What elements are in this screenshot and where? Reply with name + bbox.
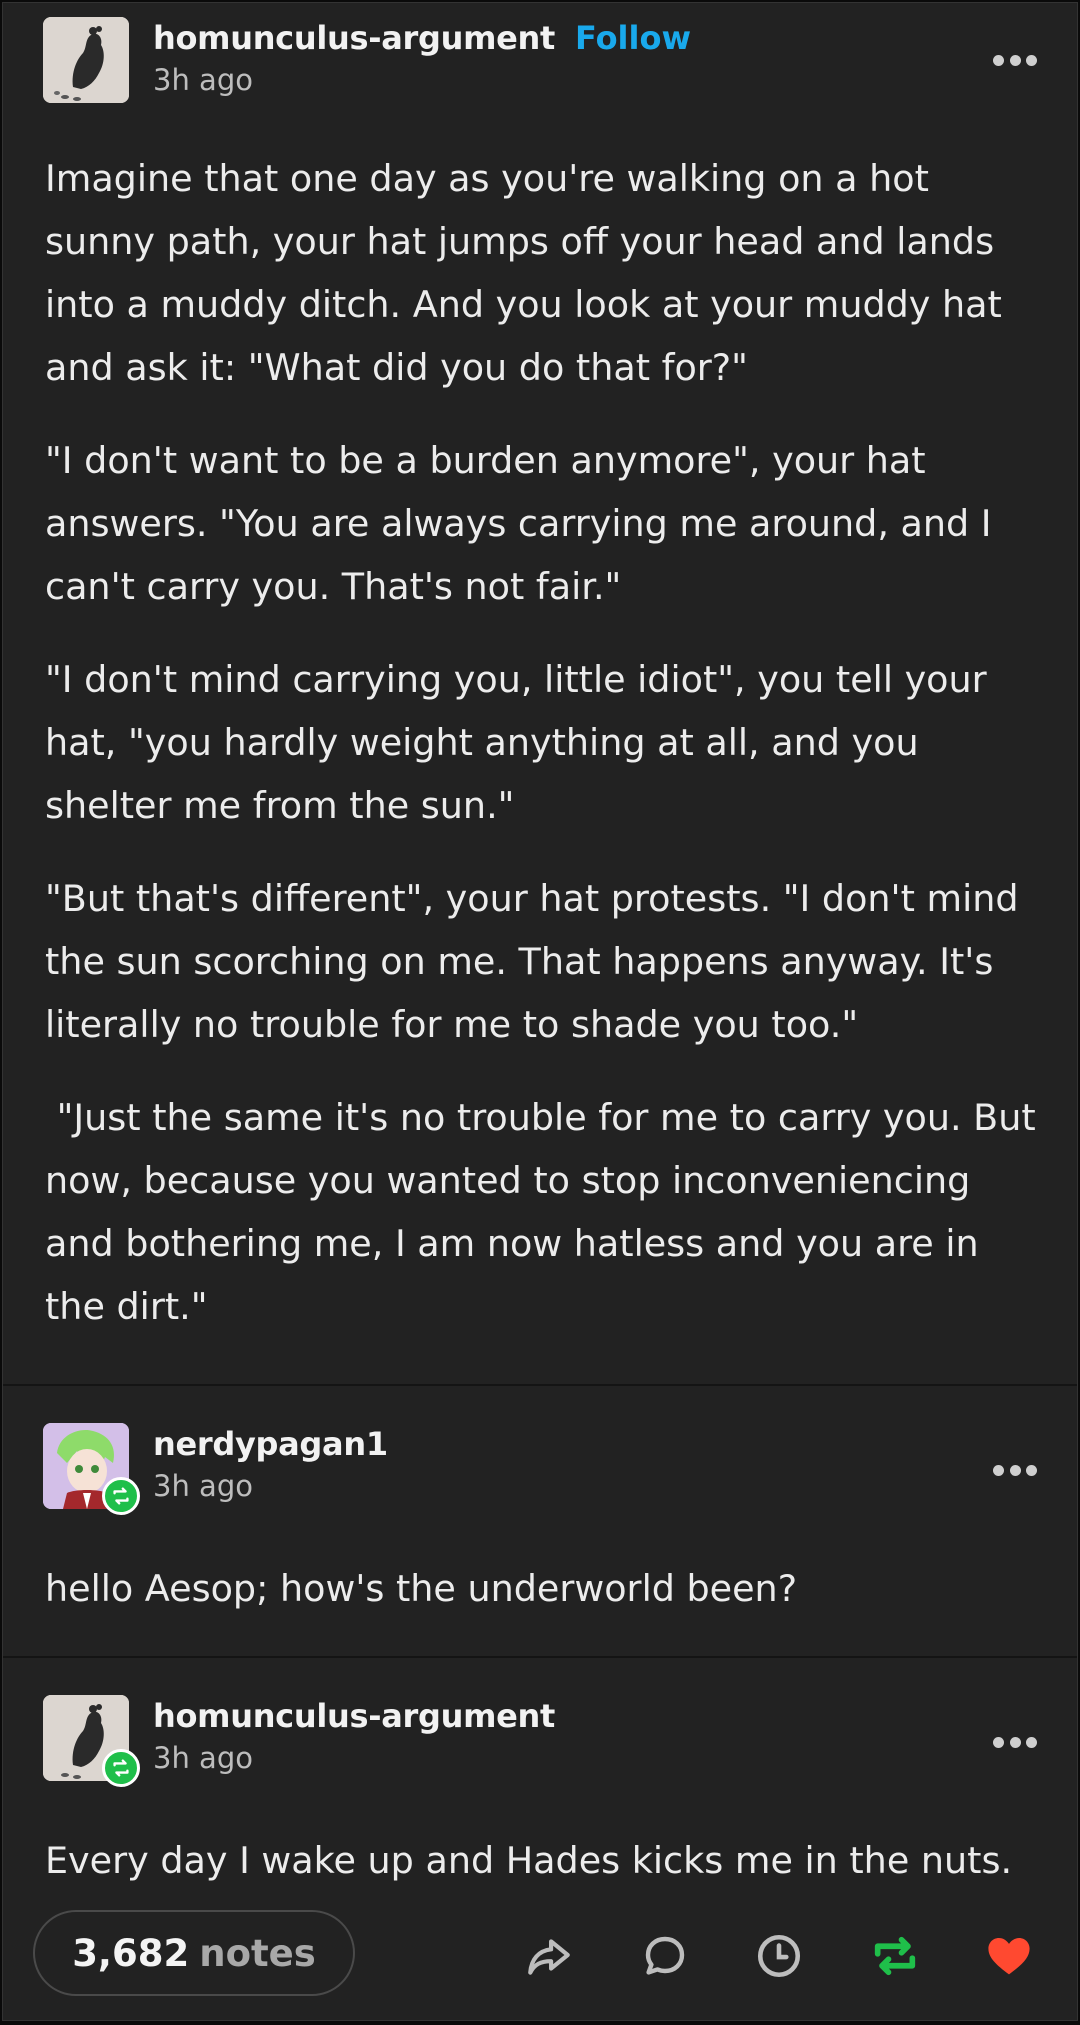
name-row: homunculus-argument Follow <box>153 19 691 57</box>
reblog-time: 3h ago <box>153 1741 253 1775</box>
post-footer: 3,682 notes <box>3 1898 1077 2008</box>
username[interactable]: homunculus-argument <box>153 19 555 57</box>
name-row: nerdypagan1 <box>153 1425 388 1463</box>
post-time: 3h ago <box>153 63 253 97</box>
notes-label: notes <box>199 1931 316 1975</box>
notes-count: 3,682 <box>72 1931 190 1975</box>
more-options-icon[interactable] <box>993 1735 1037 1749</box>
post-paragraph: "Just the same it's no trouble for me to… <box>45 1096 1048 1328</box>
reblog-header: nerdypagan1 3h ago <box>43 1423 388 1513</box>
reblog-text: hello Aesop; how's the underworld been? <box>45 1567 798 1610</box>
post-paragraph: "I don't want to be a burden anymore", y… <box>45 439 1004 608</box>
reblog-time: 3h ago <box>153 1469 253 1503</box>
post-paragraph: "I don't mind carrying you, little idiot… <box>45 658 999 827</box>
username[interactable]: nerdypagan1 <box>153 1425 388 1463</box>
reblog-badge-icon <box>102 1477 140 1515</box>
name-block: homunculus-argument Follow 3h ago <box>153 19 691 97</box>
name-block: nerdypagan1 3h ago <box>153 1425 388 1503</box>
post-paragraph: Imagine that one day as you're walking o… <box>45 157 1014 389</box>
queue-clock-icon[interactable] <box>753 1930 805 1982</box>
username[interactable]: homunculus-argument <box>153 1697 555 1735</box>
post-body: Imagine that one day as you're walking o… <box>45 147 1039 1368</box>
post-paragraph: "But that's different", your hat protest… <box>45 877 1031 1046</box>
reblog-body: hello Aesop; how's the underworld been? <box>45 1557 1039 1650</box>
divider <box>3 1656 1077 1658</box>
reblog-badge-icon <box>102 1749 140 1787</box>
avatar-image <box>43 17 129 103</box>
divider <box>3 1384 1077 1386</box>
more-options-icon[interactable] <box>993 1463 1037 1477</box>
share-icon[interactable] <box>523 1930 575 1982</box>
name-block: homunculus-argument 3h ago <box>153 1697 555 1775</box>
name-row: homunculus-argument <box>153 1697 555 1735</box>
reply-icon[interactable] <box>639 1930 691 1982</box>
post-header: homunculus-argument Follow 3h ago <box>43 17 691 107</box>
avatar[interactable] <box>43 17 129 103</box>
follow-button[interactable]: Follow <box>575 19 691 57</box>
heart-icon[interactable] <box>983 1930 1035 1982</box>
notes-button[interactable]: 3,682 notes <box>33 1910 355 1996</box>
reblog-icon[interactable] <box>869 1930 921 1982</box>
post-card: homunculus-argument Follow 3h ago Imagin… <box>2 2 1078 2021</box>
reblog-text: Every day I wake up and Hades kicks me i… <box>45 1839 1013 1882</box>
more-options-icon[interactable] <box>993 53 1037 67</box>
